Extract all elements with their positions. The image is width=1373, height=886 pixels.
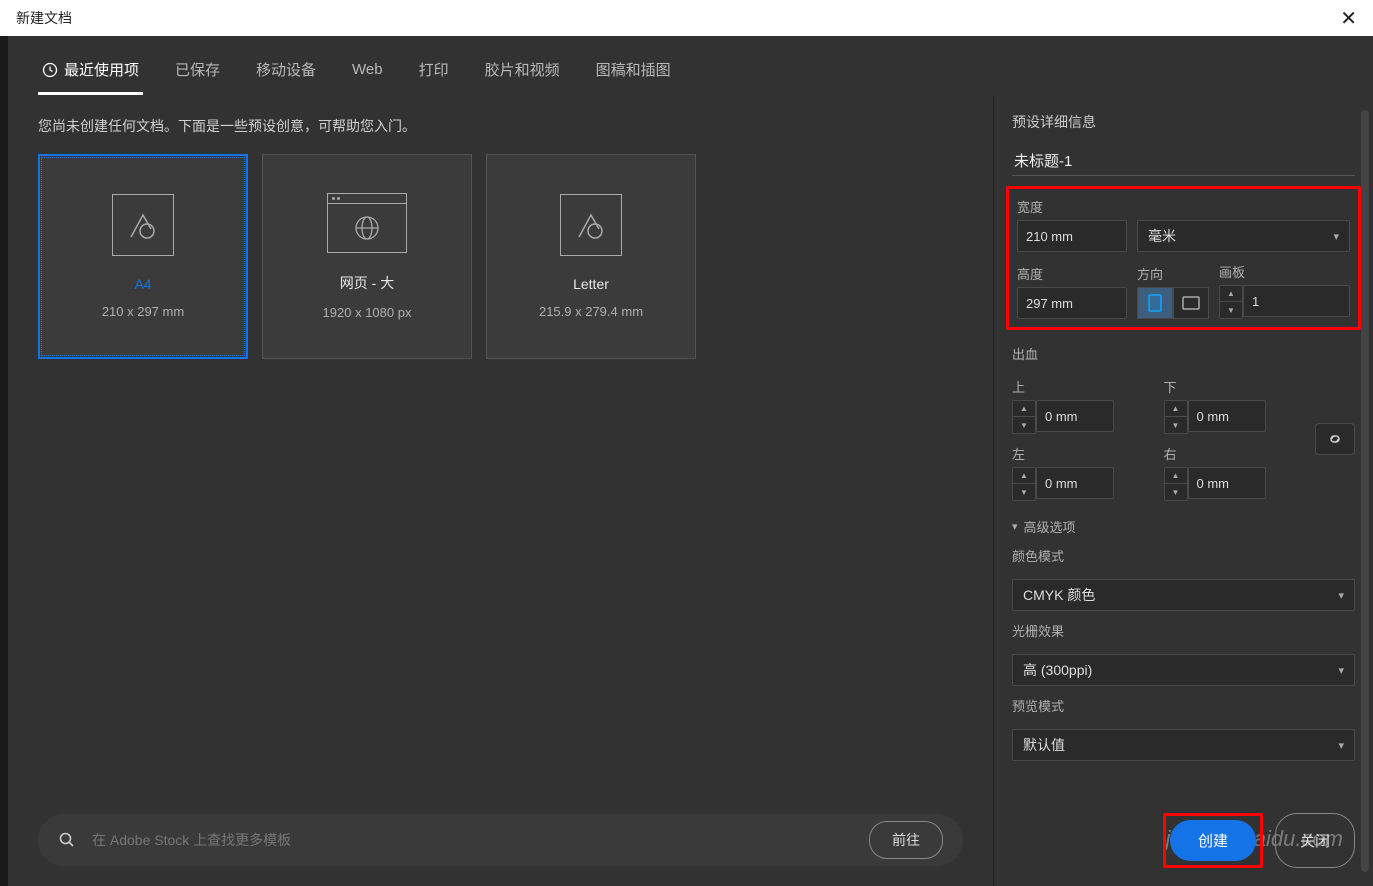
tab-label: 图稿和插图 [596, 59, 671, 80]
bleed-top-label: 上 [1012, 377, 1150, 396]
preset-name: A4 [134, 276, 151, 292]
advanced-toggle[interactable]: ▾ 高级选项 [1012, 517, 1355, 536]
orientation-portrait[interactable] [1137, 287, 1173, 319]
color-mode-value: CMYK 颜色 [1023, 585, 1095, 605]
clock-icon [42, 62, 58, 78]
artboard-input[interactable] [1243, 285, 1350, 317]
tab-label: 已保存 [175, 59, 220, 80]
tab-label: Web [352, 61, 383, 78]
titlebar: 新建文档 ✕ [0, 0, 1373, 36]
artboard-stepper[interactable]: ▲▼ [1219, 285, 1243, 319]
tab-mobile[interactable]: 移动设备 [252, 51, 320, 95]
close-button[interactable]: 关闭 [1275, 813, 1355, 868]
preset-size: 210 x 297 mm [102, 304, 184, 319]
bleed-bottom-input[interactable] [1188, 400, 1266, 432]
stock-search-bar: 前往 [38, 814, 963, 866]
preview-value: 默认值 [1023, 735, 1065, 755]
chevron-down-icon: ▾ [1338, 664, 1344, 677]
step-up[interactable]: ▲ [1220, 286, 1242, 302]
preset-web-large[interactable]: 网页 - 大 1920 x 1080 px [262, 154, 472, 359]
bleed-top-stepper[interactable]: ▲▼ [1012, 400, 1036, 434]
bleed-right-input[interactable] [1188, 467, 1266, 499]
link-bleed-button[interactable] [1315, 423, 1355, 455]
details-heading: 预设详细信息 [1012, 112, 1355, 132]
raster-dropdown[interactable]: 高 (300ppi) ▾ [1012, 654, 1355, 686]
tab-label: 胶片和视频 [485, 59, 560, 80]
bleed-top-input[interactable] [1036, 400, 1114, 432]
tab-label: 移动设备 [256, 59, 316, 80]
step-down[interactable]: ▼ [1220, 302, 1242, 318]
tab-print[interactable]: 打印 [415, 51, 453, 95]
search-icon [58, 831, 76, 849]
orientation-label: 方向 [1137, 264, 1209, 283]
preset-letter[interactable]: Letter 215.9 x 279.4 mm [486, 154, 696, 359]
color-mode-dropdown[interactable]: CMYK 颜色 ▾ [1012, 579, 1355, 611]
tab-film-video[interactable]: 胶片和视频 [481, 51, 564, 95]
bleed-right-label: 右 [1164, 444, 1302, 463]
highlight-create: 创建 [1163, 813, 1263, 868]
preview-label: 预览模式 [1012, 696, 1355, 715]
preset-details-panel: 预设详细信息 宽度 毫米 ▾ 高度 [993, 96, 1373, 886]
bleed-left-input[interactable] [1036, 467, 1114, 499]
bleed-bottom-stepper[interactable]: ▲▼ [1164, 400, 1188, 434]
hint-text: 您尚未创建任何文档。下面是一些预设创意，可帮助您入门。 [38, 116, 963, 136]
height-input[interactable] [1017, 287, 1127, 319]
window-title: 新建文档 [16, 8, 72, 28]
height-label: 高度 [1017, 264, 1127, 283]
raster-label: 光栅效果 [1012, 621, 1355, 640]
preset-name: Letter [573, 276, 609, 292]
tab-recent[interactable]: 最近使用项 [38, 51, 143, 95]
preset-name: 网页 - 大 [340, 273, 394, 293]
tab-label: 最近使用项 [64, 59, 139, 80]
document-name-input[interactable] [1012, 146, 1355, 176]
create-button[interactable]: 创建 [1170, 820, 1256, 861]
chevron-down-icon: ▾ [1012, 520, 1018, 533]
tab-art-illustration[interactable]: 图稿和插图 [592, 51, 675, 95]
tab-saved[interactable]: 已保存 [171, 51, 224, 95]
raster-value: 高 (300ppi) [1023, 660, 1092, 680]
chevron-down-icon: ▾ [1338, 589, 1344, 602]
color-mode-label: 颜色模式 [1012, 546, 1355, 565]
bleed-bottom-label: 下 [1164, 377, 1302, 396]
go-button[interactable]: 前往 [869, 821, 943, 859]
preset-a4[interactable]: A4 210 x 297 mm [38, 154, 248, 359]
preview-dropdown[interactable]: 默认值 ▾ [1012, 729, 1355, 761]
doc-icon [112, 194, 174, 256]
bleed-label: 出血 [1012, 344, 1355, 363]
close-icon[interactable]: ✕ [1340, 6, 1357, 31]
units-value: 毫米 [1148, 226, 1176, 246]
browser-icon [327, 193, 407, 253]
preset-area: 您尚未创建任何文档。下面是一些预设创意，可帮助您入门。 A4 210 x 297… [8, 96, 993, 886]
tab-web[interactable]: Web [348, 51, 387, 95]
stock-search-input[interactable] [92, 832, 853, 848]
category-tabs: 最近使用项 已保存 移动设备 Web 打印 胶片和视频 图稿和插图 [8, 36, 1373, 96]
width-label: 宽度 [1017, 197, 1350, 216]
chevron-down-icon: ▾ [1333, 230, 1339, 243]
units-dropdown[interactable]: 毫米 ▾ [1137, 220, 1350, 252]
scrollbar[interactable] [1361, 110, 1369, 872]
link-icon [1326, 430, 1344, 448]
highlight-dimensions: 宽度 毫米 ▾ 高度 方向 [1006, 186, 1361, 330]
width-input[interactable] [1017, 220, 1127, 252]
chevron-down-icon: ▾ [1338, 739, 1344, 752]
artboard-label: 画板 [1219, 262, 1350, 281]
bleed-left-label: 左 [1012, 444, 1150, 463]
doc-icon [560, 194, 622, 256]
advanced-label: 高级选项 [1024, 517, 1076, 536]
preset-size: 1920 x 1080 px [323, 305, 412, 320]
tab-label: 打印 [419, 59, 449, 80]
preset-size: 215.9 x 279.4 mm [539, 304, 643, 319]
orientation-landscape[interactable] [1173, 287, 1209, 319]
bleed-right-stepper[interactable]: ▲▼ [1164, 467, 1188, 501]
bleed-left-stepper[interactable]: ▲▼ [1012, 467, 1036, 501]
